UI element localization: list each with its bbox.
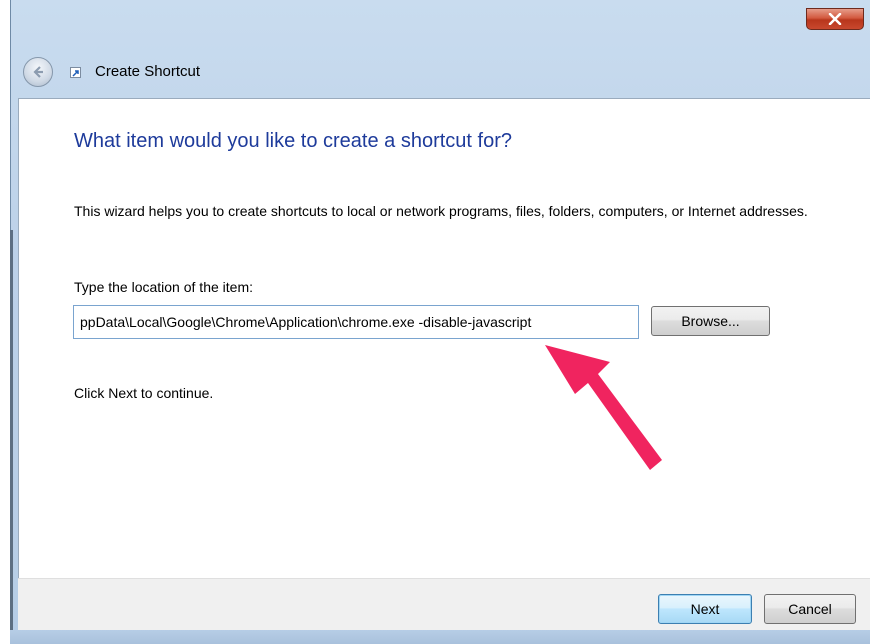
- annotation-arrow: [545, 345, 662, 470]
